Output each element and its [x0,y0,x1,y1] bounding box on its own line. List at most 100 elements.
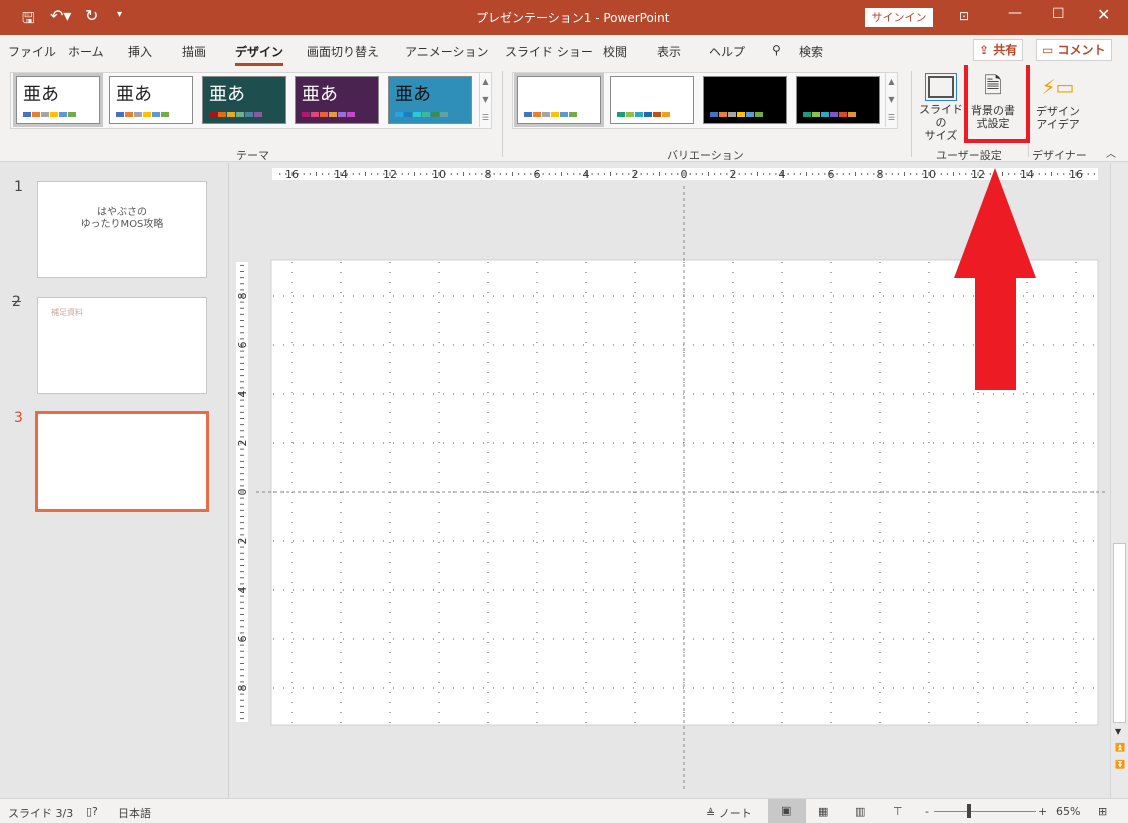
gallery-more-button[interactable]: ☰ [479,109,491,127]
zoom-out-button[interactable]: - [925,805,929,818]
redo-icon[interactable]: ↻ [85,6,98,25]
fit-to-window-icon[interactable]: ⊞ [1098,805,1107,818]
variant-thumbnail[interactable] [610,76,694,124]
ruler-label: 6 [534,168,541,181]
ruler-label: 8 [236,293,249,300]
notes-button[interactable]: ≜ ノート [706,805,752,821]
user-settings-group-label: ユーザー設定 [936,149,1002,162]
scroll-down-icon[interactable]: ▼ [1115,727,1121,736]
gallery-up-button[interactable]: ▲ [479,73,491,91]
ruler-label: 8 [236,685,249,692]
theme-preview-text: 亜あ [209,84,245,105]
ruler-label: 2 [730,168,737,181]
tab-slideshow[interactable]: スライド ショー [505,43,593,60]
themes-group-label: テーマ [236,149,269,162]
ruler-label: 8 [877,168,884,181]
undo-icon[interactable]: ↶▾ [50,6,71,25]
search-icon[interactable]: ⚲ [772,43,781,57]
tab-file[interactable]: ファイル [8,43,56,60]
slideshow-icon[interactable]: ⊤ [893,805,903,818]
design-ideas-button[interactable]: ⚡▭ デザイン アイデア [1033,73,1083,141]
tab-review[interactable]: 校閲 [603,43,627,60]
variant-thumbnail[interactable] [796,76,880,124]
ruler-label: 4 [583,168,590,181]
ruler-label: 12 [383,168,397,181]
variants-group-label: バリエーション [667,149,744,162]
ruler-label: 6 [236,342,249,349]
tab-transitions[interactable]: 画面切り替え [307,43,379,60]
ruler-label: 0 [236,489,249,496]
color-swatches [395,112,448,117]
designer-group-label: デザイナー [1032,149,1087,162]
ruler-label: 16 [285,168,299,181]
share-button[interactable]: ⇪ 共有 [973,39,1024,61]
theme-thumbnail[interactable]: 亜あ [295,76,379,124]
slide-size-button[interactable]: スライドの サイズ [916,73,966,142]
previous-slide-icon[interactable]: ⏫ [1115,743,1125,752]
next-slide-icon[interactable]: ⏬ [1115,760,1125,769]
variant-thumbnail[interactable] [703,76,787,124]
theme-thumbnail[interactable]: 亜あ [388,76,472,124]
theme-thumbnail[interactable]: 亜あ [13,73,103,127]
tab-home[interactable]: ホーム [68,43,104,60]
ruler-label: 10 [432,168,446,181]
accessibility-icon[interactable]: ▯? [86,805,98,818]
ruler-label: 6 [828,168,835,181]
theme-preview-text: 亜あ [116,84,152,105]
theme-thumbnail[interactable]: 亜あ [202,76,286,124]
color-swatches [617,112,670,117]
tab-insert[interactable]: 挿入 [128,43,152,60]
zoom-slider[interactable] [934,811,1036,812]
tab-view[interactable]: 表示 [657,43,681,60]
comment-button[interactable]: ▭ コメント [1036,39,1112,61]
slide-counter: スライド 3/3 [8,807,74,820]
slide-canvas[interactable]: 16 14 12 10 8 6 4 2 0 2 4 6 8 10 12 14 16 8 6 4 2 0 2 4 6 8 [0,163,1128,798]
ruler-label: 8 [485,168,492,181]
vertical-scrollbar[interactable]: ▼ ⏫ ⏬ [1110,163,1128,798]
ruler-label: 2 [236,538,249,545]
variants-up-button[interactable]: ▲ [885,73,897,91]
tab-draw[interactable]: 描画 [182,43,206,60]
variant-thumbnail[interactable] [514,73,604,127]
customize-icon[interactable]: ▾ [117,9,122,20]
ruler-label: 14 [1020,168,1034,181]
ruler-label: 2 [632,168,639,181]
reading-view-icon[interactable]: ▥ [855,805,865,818]
tab-search[interactable]: 検索 [799,43,823,60]
tab-animations[interactable]: アニメーション [405,43,489,60]
zoom-in-button[interactable]: + [1038,805,1047,818]
slide-sorter-icon[interactable]: ▦ [818,805,828,818]
gallery-down-button[interactable]: ▼ [479,91,491,109]
normal-view-icon: ▣ [781,804,792,817]
status-bar: スライド 3/3 ▯? 日本語 ≜ ノート ▣ ▦ ▥ ⊤ - + 65% ⊞ [0,798,1128,823]
color-swatches [209,112,262,117]
normal-view-button[interactable]: ▣ [768,799,806,823]
theme-thumbnail[interactable]: 亜あ [109,76,193,124]
tab-help[interactable]: ヘルプ [709,43,745,60]
variants-down-button[interactable]: ▼ [885,91,897,109]
theme-preview-text: 亜あ [302,84,338,105]
minimize-icon[interactable]: — [1008,5,1022,21]
variants-more-button[interactable]: ☰ [885,109,897,127]
ruler-label: 14 [334,168,348,181]
ruler-label: 4 [236,391,249,398]
save-icon[interactable]: 🖫 [22,8,35,33]
signin-button[interactable]: サインイン [865,8,933,27]
zoom-slider-thumb[interactable] [966,804,971,818]
ribbon-display-icon[interactable]: ⊡ [959,9,969,23]
highlight-box [964,61,1030,143]
maximize-icon[interactable]: ☐ [1052,6,1065,22]
ruler-label: 4 [236,587,249,594]
language-status[interactable]: 日本語 [118,805,151,821]
scrollbar-thumb[interactable] [1113,543,1126,723]
zoom-level[interactable]: 65% [1056,805,1080,818]
tab-design[interactable]: デザイン [235,43,284,66]
theme-preview-text: 亜あ [395,84,431,105]
close-icon[interactable]: ✕ [1097,5,1110,24]
collapse-ribbon-icon[interactable]: ︿ [1106,145,1116,160]
ruler-label: 16 [1069,168,1083,181]
color-swatches [302,112,355,117]
design-ideas-icon: ⚡▭ [1041,75,1075,99]
ruler-label: 2 [236,440,249,447]
color-swatches [23,112,76,117]
